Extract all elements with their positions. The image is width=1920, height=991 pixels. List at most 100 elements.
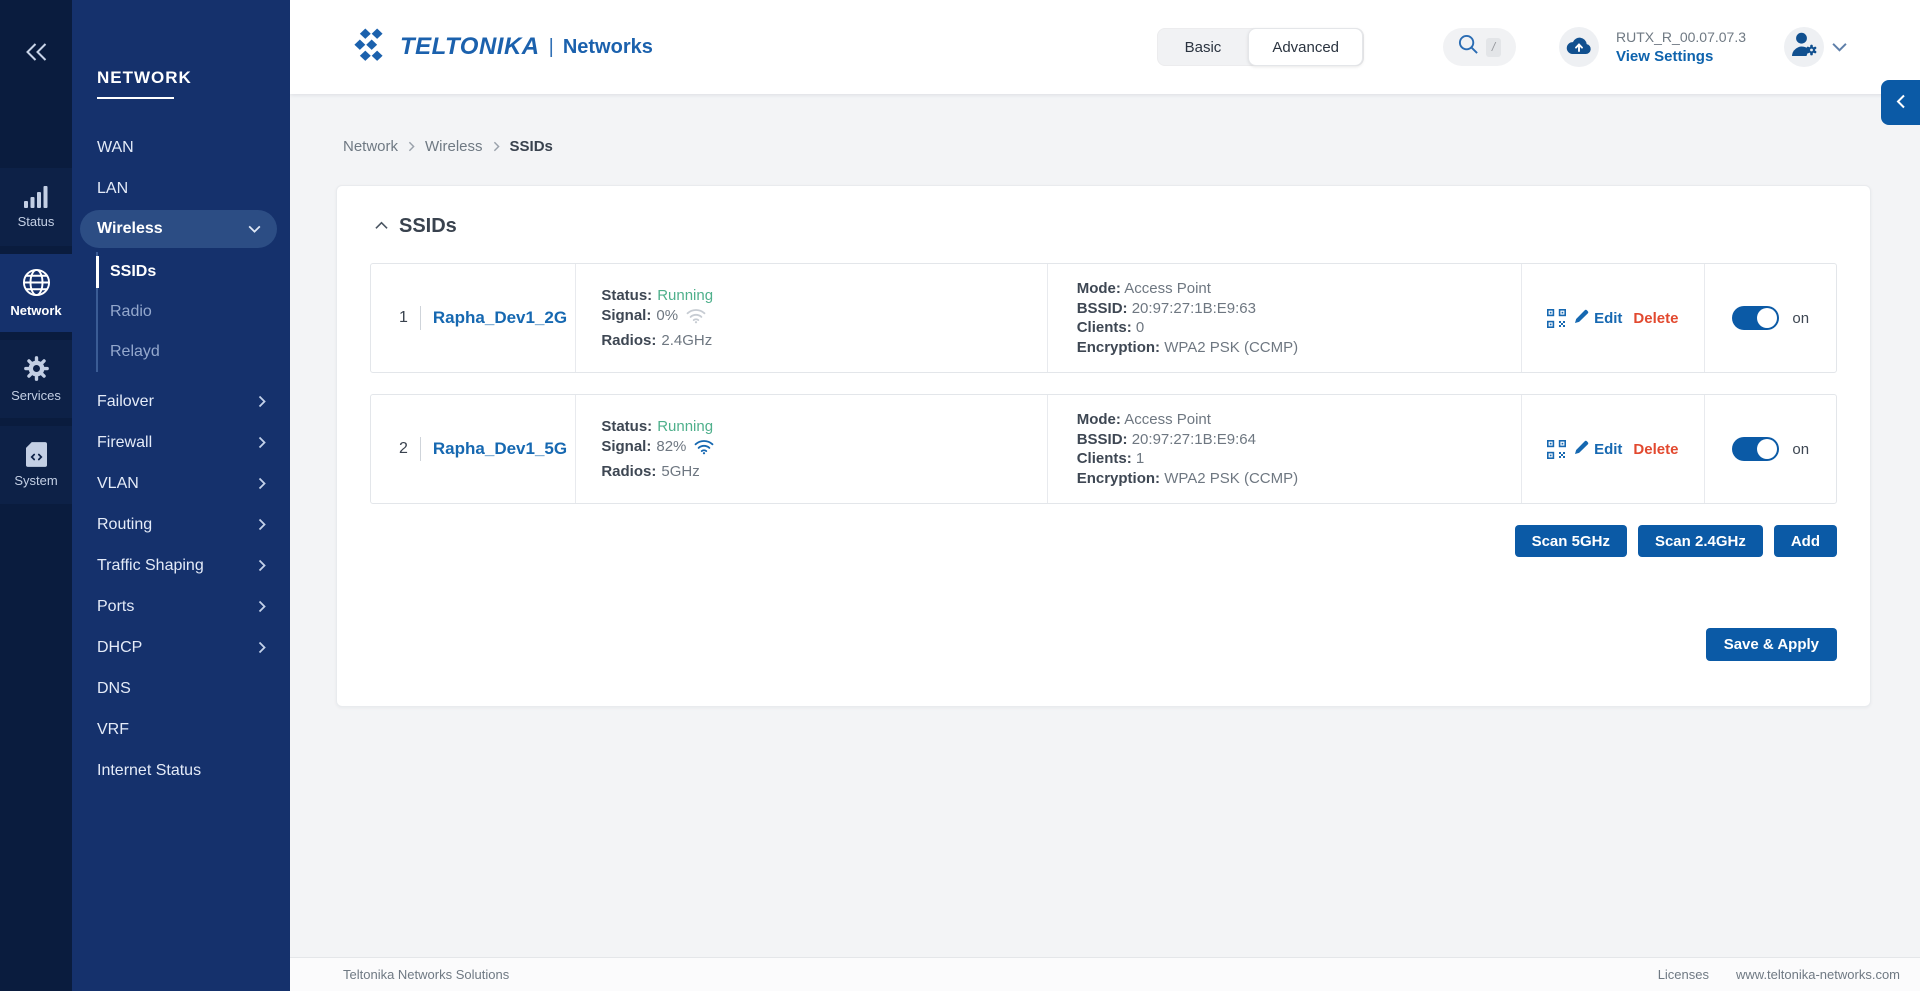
view-settings-link[interactable]: View Settings [1616,48,1746,65]
teltonika-logo[interactable]: TELTONIKA | Networks [354,27,653,68]
delete-button[interactable]: Delete [1633,441,1678,458]
save-actions: Save & Apply [370,628,1837,661]
edit-button[interactable]: Edit [1575,309,1622,327]
network-sidebar: NETWORK WAN LAN Wireless SSIDs Radio Rel… [72,0,290,991]
sidebar-item-radio[interactable]: Radio [98,292,290,332]
rail-item-label: Status [18,214,55,229]
user-menu-chevron-icon[interactable] [1832,42,1847,52]
rail-item-services[interactable]: Services [0,340,72,418]
delete-button[interactable]: Delete [1633,310,1678,327]
ssid-actions-cell: Edit Delete [1521,395,1704,503]
module-nav: Status Network Services System [0,168,72,504]
mode-value: Access Point [1124,411,1211,428]
qr-code-button[interactable] [1547,440,1566,459]
sidebar-item-firewall[interactable]: Firewall [72,422,290,463]
chevron-right-icon [258,518,266,531]
brand-suffix: Networks [563,36,653,59]
bssid-value: 20:97:27:1B:E9:63 [1132,300,1256,317]
ssid-row: 2 Rapha_Dev1_5G Status:Running Signal:82… [370,394,1837,504]
ssids-section-header[interactable]: SSIDs [375,212,1837,240]
wifi-icon [694,439,714,455]
scan-5ghz-button[interactable]: Scan 5GHz [1515,525,1627,557]
chevron-right-icon [258,559,266,572]
mode-basic-button[interactable]: Basic [1158,39,1249,56]
chevron-left-icon [1896,94,1906,112]
sdcard-icon [26,442,47,467]
chevron-right-icon [258,600,266,613]
status-value: Running [657,417,713,437]
ssid-name-cell: 1 Rapha_Dev1_2G [371,264,575,372]
sidebar-item-routing[interactable]: Routing [72,504,290,545]
sidebar-item-vrf[interactable]: VRF [72,709,290,750]
page-footer: Teltonika Networks Solutions Licenses ww… [290,957,1920,991]
user-settings-icon [1791,32,1818,62]
edit-button[interactable]: Edit [1575,440,1622,458]
sidebar-item-ssids[interactable]: SSIDs [98,252,290,292]
double-chevron-left-icon [23,42,50,65]
sidebar-item-failover[interactable]: Failover [72,381,290,422]
add-button[interactable]: Add [1774,525,1837,557]
ssid-name-cell: 2 Rapha_Dev1_5G [371,395,575,503]
user-menu-button[interactable] [1784,27,1824,67]
sidebar-item-lan[interactable]: LAN [72,168,290,209]
sidebar-item-wan[interactable]: WAN [72,127,290,168]
rail-item-system[interactable]: System [0,426,72,504]
rail-item-label: Network [10,303,61,318]
brand-name: TELTONIKA [400,33,540,61]
row-index: 2 [399,440,408,458]
search-button[interactable]: / [1443,28,1516,66]
mode-advanced-button[interactable]: Advanced [1248,28,1363,66]
device-name: RUTX_R_00.07.07.3 [1616,29,1746,45]
clients-value: 0 [1136,319,1144,336]
ssid-enable-cell: on [1704,264,1836,372]
enable-toggle[interactable] [1732,437,1779,461]
events-panel-handle[interactable] [1881,80,1920,125]
website-link[interactable]: www.teltonika-networks.com [1736,967,1900,982]
gear-icon [23,355,50,382]
chevron-right-icon [408,141,415,152]
sidebar-item-internet-status[interactable]: Internet Status [72,750,290,791]
breadcrumb: Network Wireless SSIDs [343,136,1871,156]
sidebar-item-wireless[interactable]: Wireless [80,210,277,248]
ssid-rows: 1 Rapha_Dev1_2G Status:Running Signal:0%… [370,263,1837,504]
rms-cloud-button[interactable] [1559,27,1599,67]
sidebar-item-ports[interactable]: Ports [72,586,290,627]
radios-value: 5GHz [661,462,699,482]
licenses-link[interactable]: Licenses [1658,967,1709,982]
search-shortcut-hint: / [1486,38,1501,57]
chevron-down-icon [248,225,261,233]
scan-actions: Scan 5GHz Scan 2.4GHz Add [370,525,1837,557]
mode-value: Access Point [1124,280,1211,297]
sidebar-item-traffic-shaping[interactable]: Traffic Shaping [72,545,290,586]
sidebar-item-dhcp[interactable]: DHCP [72,627,290,668]
sidebar-item-vlan[interactable]: VLAN [72,463,290,504]
rail-item-network[interactable]: Network [0,254,72,332]
top-header: TELTONIKA | Networks Basic Advanced / RU… [290,0,1920,94]
ssid-name-link[interactable]: Rapha_Dev1_2G [433,308,567,328]
radios-value: 2.4GHz [661,331,712,351]
enable-toggle[interactable] [1732,306,1779,330]
scan-24ghz-button[interactable]: Scan 2.4GHz [1638,525,1763,557]
page-content: Network Wireless SSIDs SSIDs 1 Rapha_D [290,94,1920,957]
brand-divider: | [549,36,554,59]
signal-bars-icon [24,186,49,208]
sidebar-item-dns[interactable]: DNS [72,668,290,709]
sidebar-collapse-button[interactable] [0,36,72,70]
qr-code-button[interactable] [1547,309,1566,328]
main-area: TELTONIKA | Networks Basic Advanced / RU… [290,0,1920,991]
rail-item-label: Services [11,388,61,403]
breadcrumb-network[interactable]: Network [343,138,398,155]
ssid-name-link[interactable]: Rapha_Dev1_5G [433,439,567,459]
rail-item-status[interactable]: Status [0,168,72,246]
wireless-submenu: SSIDs Radio Relayd [96,252,290,372]
breadcrumb-ssids: SSIDs [510,138,553,155]
breadcrumb-wireless[interactable]: Wireless [425,138,483,155]
status-value: Running [657,286,713,306]
sidebar-section-heading: NETWORK [97,68,290,99]
ssid-status-cell: Status:Running Signal:0% Radios:2.4GHz [575,264,1046,372]
sidebar-item-relayd[interactable]: Relayd [98,332,290,372]
save-apply-button[interactable]: Save & Apply [1706,628,1837,661]
module-rail: Status Network Services System [0,0,72,991]
ssid-details-cell: Mode: Access Point BSSID: 20:97:27:1B:E9… [1047,264,1521,372]
clients-value: 1 [1136,450,1144,467]
